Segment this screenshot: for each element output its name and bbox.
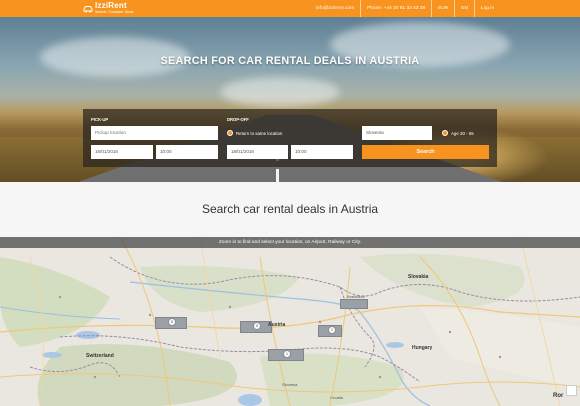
currency-selector[interactable]: EUR	[431, 0, 454, 17]
cloud-image	[220, 77, 340, 107]
hero-title: SEARCH FOR CAR RENTAL DEALS IN AUSTRIA	[160, 55, 420, 67]
pickup-time-input[interactable]: 10:00	[156, 145, 218, 159]
pickup-label: PICK-UP	[91, 117, 109, 122]
map-label-switzerland: Switzerland	[86, 353, 114, 359]
car-logo-icon	[83, 4, 93, 14]
dropoff-date-input[interactable]: 18/01/2016	[227, 145, 288, 159]
pickup-location-input[interactable]	[91, 126, 218, 140]
map-label-hungary: Hungary	[412, 345, 433, 351]
map-terrain	[0, 237, 580, 406]
age-option[interactable]: Age 30 - 65	[442, 130, 474, 136]
marker-count: 2	[328, 326, 336, 334]
search-button[interactable]: Search	[362, 145, 489, 159]
map-label-bratislava: Bratislava	[347, 294, 365, 299]
map-label-slovakia: Slovakia	[408, 274, 429, 280]
return-same-location-option[interactable]: Return to same location	[227, 130, 282, 136]
pickup-date-input[interactable]: 16/01/2016	[91, 145, 153, 159]
country-select[interactable]: Slovenia	[362, 126, 432, 140]
radio-button[interactable]	[442, 130, 448, 136]
map-marker[interactable]: 8	[168, 318, 176, 326]
road-marking	[276, 169, 279, 182]
map-marker[interactable]: 5	[253, 322, 261, 330]
login-link[interactable]: Log in	[473, 0, 500, 17]
section-header: Search car rental deals in Austria	[0, 182, 580, 237]
marker-count: 1	[283, 350, 291, 358]
brand-logo[interactable]: IzziRent Search. Compare. Book.	[83, 2, 134, 14]
dropoff-label: DROP-OFF	[227, 117, 249, 122]
radio-button[interactable]	[227, 130, 233, 136]
map-fullscreen-control[interactable]	[566, 385, 577, 396]
section-title: Search car rental deals in Austria	[201, 202, 379, 216]
marker-count: 8	[168, 318, 176, 326]
search-panel: PICK-UP DROP-OFF Return to same location…	[83, 109, 497, 167]
map-label-romania: Ror	[553, 393, 564, 399]
brand-tagline: Search. Compare. Book.	[95, 9, 135, 14]
marker-count: 5	[253, 322, 261, 330]
age-label: Age 30 - 65	[451, 130, 474, 136]
map-marker[interactable]: 1	[283, 350, 291, 358]
language-selector[interactable]: EN	[454, 0, 474, 17]
map-marker[interactable]: 2	[328, 326, 336, 334]
top-links: info@izzirent.com Phone: +44 20 81 33 43…	[310, 0, 500, 17]
map-instruction-bar: Zoom in to find and select your location…	[0, 237, 580, 248]
map-view[interactable]: Zoom in to find and select your location…	[0, 237, 580, 406]
hero-banner: SEARCH FOR CAR RENTAL DEALS IN AUSTRIA P…	[0, 17, 580, 182]
map-marker-area	[340, 299, 368, 309]
map-label-austria: Austria	[268, 322, 286, 328]
email-link[interactable]: info@izzirent.com	[310, 0, 360, 17]
map-label-slovenia: Slovenia	[282, 382, 298, 387]
dropoff-time-input[interactable]: 10:00	[291, 145, 353, 159]
map-label-croatia: Croatia	[330, 395, 343, 400]
phone-link[interactable]: Phone: +44 20 81 33 43 38	[360, 0, 431, 17]
return-same-location-label: Return to same location	[236, 130, 283, 136]
top-bar: IzziRent Search. Compare. Book. info@izz…	[0, 0, 580, 17]
